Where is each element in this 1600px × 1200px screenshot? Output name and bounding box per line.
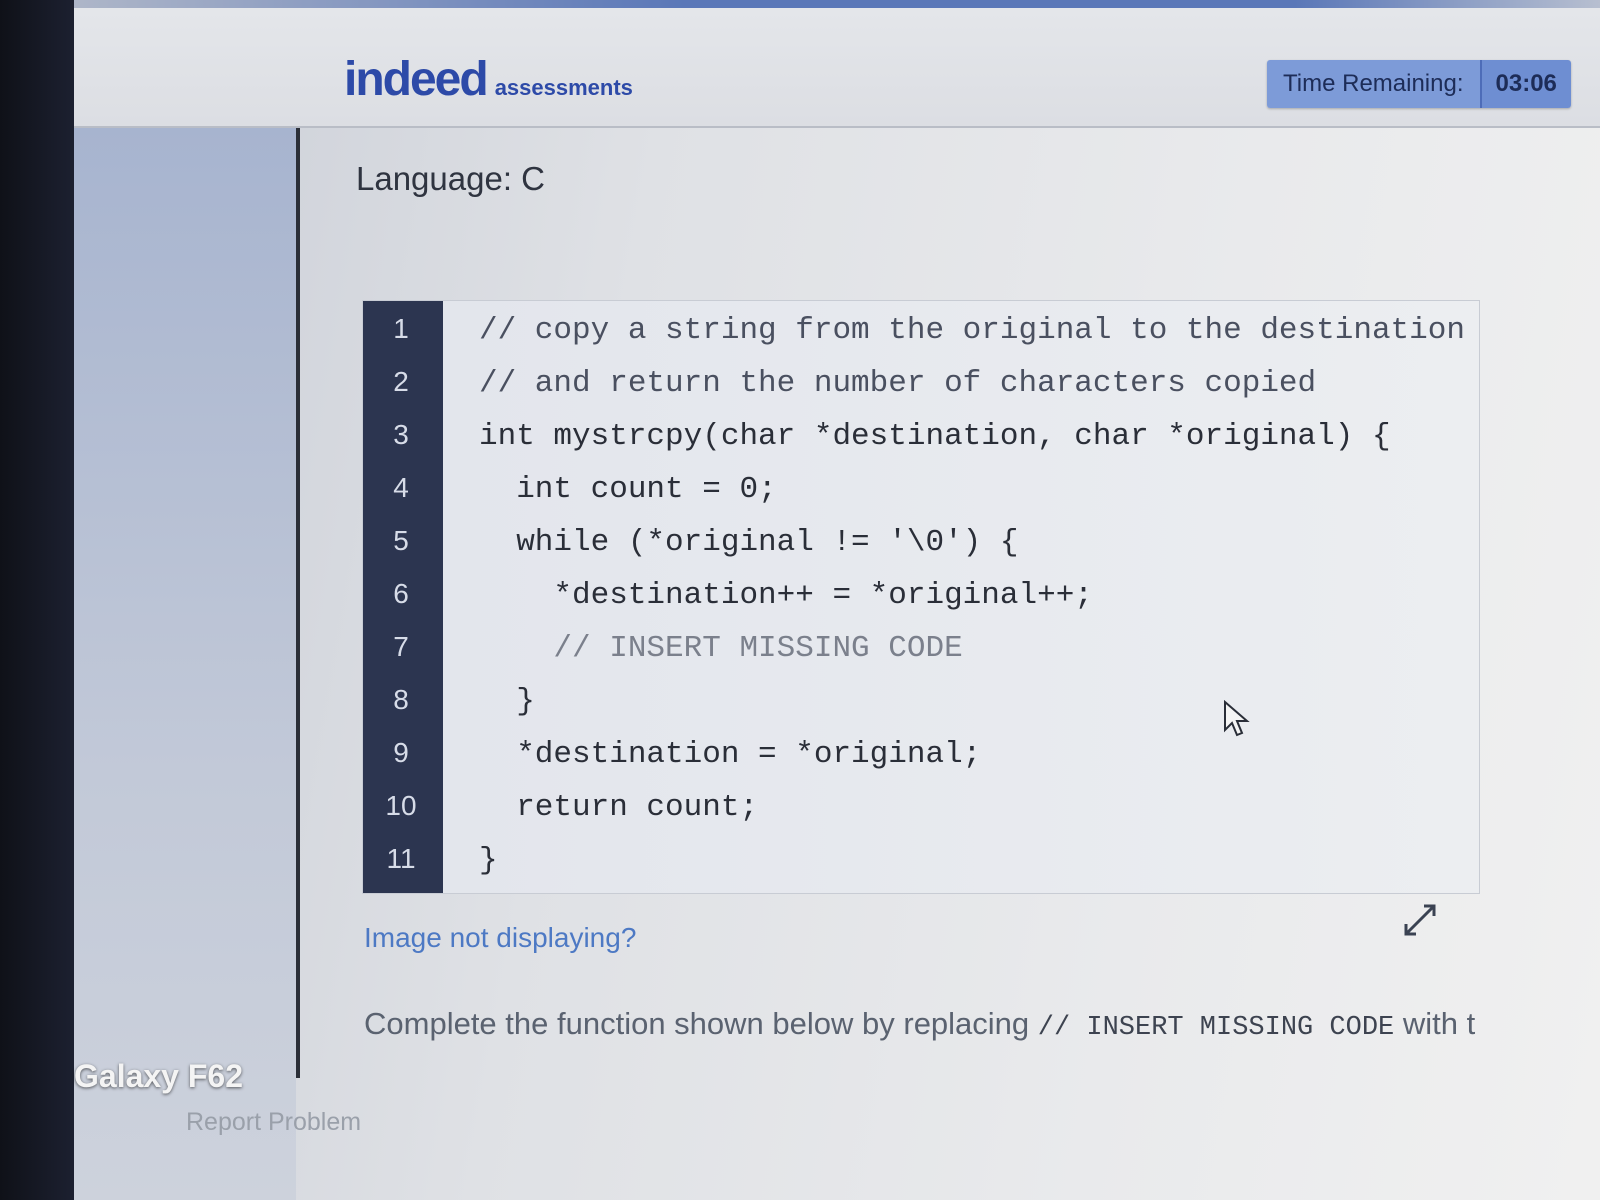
left-pane (74, 128, 296, 1200)
code-line: *destination = *original; (479, 737, 982, 772)
code-line: } (479, 684, 535, 719)
time-remaining-widget: Time Remaining: 03:06 (1267, 60, 1571, 108)
code-line: } (479, 843, 498, 878)
line-number: 2 (393, 366, 409, 397)
top-strip (74, 0, 1600, 8)
code-line: int count = 0; (479, 472, 777, 507)
code-line: // copy a string from the original to th… (479, 313, 1465, 348)
code-line: int mystrcpy(char *destination, char *or… (479, 419, 1391, 454)
line-number: 11 (386, 843, 416, 874)
pane-divider (296, 128, 300, 1078)
language-label: Language: C (356, 160, 545, 197)
instruction-text: Complete the function shown below by rep… (364, 1006, 1475, 1043)
image-not-displaying-link[interactable]: Image not displaying? (364, 922, 636, 954)
code-line: while (*original != '\0') { (479, 525, 1019, 560)
line-number: 6 (393, 578, 409, 609)
camera-watermark: Galaxy F62 (74, 1058, 243, 1094)
line-number: 4 (393, 472, 409, 503)
code-line-missing-marker: // INSERT MISSING CODE (479, 631, 963, 666)
instruction-code: // INSERT MISSING CODE (1037, 1013, 1395, 1043)
header: indeed assessments Time Remaining: 03:06 (74, 8, 1600, 128)
line-number: 9 (393, 737, 409, 768)
line-number: 8 (393, 684, 409, 715)
line-number: 3 (393, 419, 409, 450)
expand-icon[interactable] (1400, 900, 1440, 940)
report-problem-link[interactable]: Report Problem (186, 1108, 361, 1137)
logo-sub: assessments (494, 75, 633, 100)
line-number: 1 (393, 313, 409, 344)
code-line: // and return the number of characters c… (479, 366, 1317, 401)
indeed-logo[interactable]: indeed assessments (344, 52, 633, 107)
line-number: 10 (385, 790, 417, 821)
screen: indeed assessments Time Remaining: 03:06… (74, 0, 1600, 1200)
code-block: 1 2 3 4 5 6 7 8 9 10 11 // copy a string… (362, 300, 1480, 894)
instruction-suffix: with t (1394, 1006, 1476, 1041)
code-line: return count; (479, 790, 759, 825)
timer-label: Time Remaining: (1267, 60, 1482, 108)
line-number-gutter: 1 2 3 4 5 6 7 8 9 10 11 (363, 301, 443, 893)
instruction-prefix: Complete the function shown below by rep… (364, 1006, 1038, 1041)
line-number: 7 (393, 631, 409, 662)
mouse-cursor-icon (1224, 700, 1250, 737)
monitor-bezel (0, 0, 74, 1200)
logo-word: indeed (344, 53, 489, 106)
timer-value: 03:06 (1481, 60, 1571, 108)
line-number: 5 (393, 525, 409, 556)
code-line: *destination++ = *original++; (479, 578, 1093, 613)
